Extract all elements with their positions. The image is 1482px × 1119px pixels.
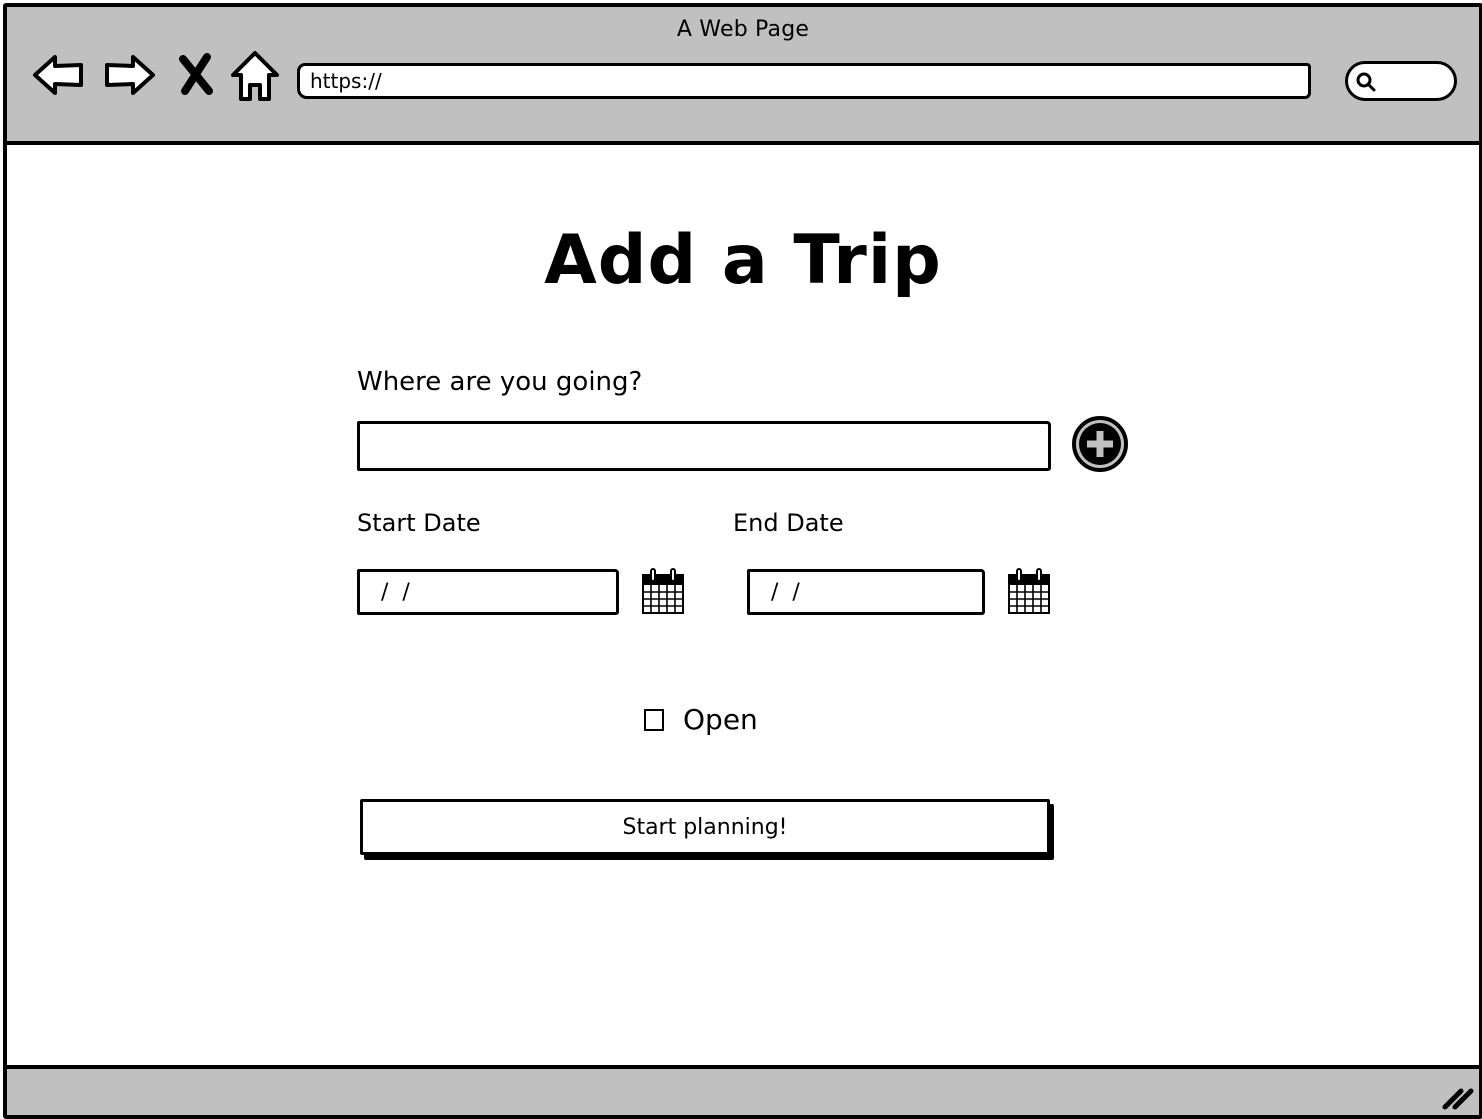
search-box[interactable]: [1345, 61, 1457, 101]
end-date-calendar-icon[interactable]: [1007, 567, 1051, 615]
destination-label: Where are you going?: [357, 367, 643, 397]
resize-grip-icon[interactable]: [1439, 1081, 1475, 1111]
plus-circle-icon: [1072, 416, 1128, 472]
open-checkbox[interactable]: [644, 709, 664, 731]
open-checkbox-label[interactable]: Open: [683, 703, 758, 736]
start-date-input[interactable]: [360, 572, 616, 612]
page-title: Add a Trip: [544, 221, 942, 300]
window-title: A Web Page: [676, 17, 810, 42]
destination-field[interactable]: [357, 421, 1051, 471]
end-date-field[interactable]: [747, 569, 985, 615]
destination-input[interactable]: [360, 424, 1048, 468]
stop-x-icon[interactable]: [173, 47, 219, 103]
start-planning-button[interactable]: Start planning!: [360, 799, 1050, 855]
forward-arrow-icon[interactable]: [101, 47, 157, 103]
home-icon[interactable]: [227, 47, 283, 103]
url-input[interactable]: [300, 66, 1308, 96]
start-date-label: Start Date: [357, 509, 481, 537]
start-date-calendar-icon[interactable]: [641, 567, 685, 615]
browser-toolbar: A Web Page: [7, 7, 1479, 145]
page-content: Add a Trip Where are you going? Start Da…: [7, 145, 1479, 1065]
back-arrow-icon[interactable]: [31, 47, 87, 103]
add-destination-button[interactable]: [1071, 415, 1129, 473]
url-bar[interactable]: [297, 63, 1311, 99]
end-date-label: End Date: [733, 509, 844, 537]
search-icon: [1356, 72, 1376, 92]
start-date-field[interactable]: [357, 569, 619, 615]
status-bar: [7, 1065, 1479, 1115]
end-date-input[interactable]: [750, 572, 982, 612]
browser-window: A Web Page https:// Add a Trip Where are…: [3, 3, 1482, 1119]
